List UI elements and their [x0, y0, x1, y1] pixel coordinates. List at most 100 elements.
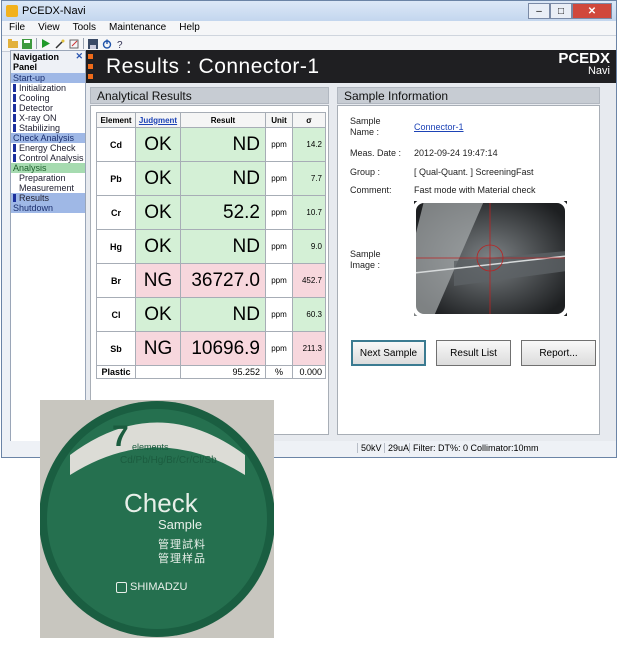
nav-item-xray-on[interactable]: X-ray ON	[11, 113, 85, 123]
nav-item-cooling[interactable]: Cooling	[11, 93, 85, 103]
unit-cell: ppm	[265, 195, 293, 230]
wand-icon[interactable]	[55, 39, 65, 49]
menu-view[interactable]: View	[31, 21, 66, 35]
unit-cell: ppm	[265, 297, 293, 332]
nav-item-preparation[interactable]: Preparation	[11, 173, 85, 183]
analytical-results-title: Analytical Results	[90, 87, 329, 104]
col-judgment[interactable]: Judgment	[135, 112, 181, 128]
sample-image-label: Sample Image :	[350, 249, 381, 270]
unit-cell: ppm	[265, 331, 293, 366]
next-sample-button[interactable]: Next Sample	[351, 340, 426, 366]
shimadzu-logo-icon	[116, 581, 127, 593]
menu-maintenance[interactable]: Maintenance	[102, 21, 172, 35]
result-cell: ND	[180, 127, 266, 162]
judgment-cell: OK	[135, 195, 181, 230]
result-cell: 10696.9	[180, 331, 266, 366]
menu-help[interactable]: Help	[172, 21, 206, 35]
element-cell: Cd	[96, 127, 136, 162]
result-cell: ND	[180, 229, 266, 264]
banner-accent	[88, 52, 96, 82]
table-row: Cd OK ND ppm 14.2	[96, 127, 326, 162]
results-banner: Results : Connector-1 PCEDX Navi	[86, 50, 616, 83]
power-icon[interactable]	[102, 39, 112, 49]
nav-item-results[interactable]: Results	[11, 193, 85, 203]
unit-cell: ppm	[265, 161, 293, 196]
nav-group-startup[interactable]: Start-up	[11, 73, 85, 83]
save-icon[interactable]	[22, 38, 32, 49]
main-content: Results : Connector-1 PCEDX Navi Analyti…	[86, 50, 616, 442]
nav-item-detector[interactable]: Detector	[11, 103, 85, 113]
group-label: Group :	[350, 167, 381, 177]
sigma-cell: 10.7	[292, 195, 326, 230]
result-cell: 52.2	[180, 195, 266, 230]
col-sigma: σ	[292, 112, 326, 128]
result-list-button[interactable]: Result List	[436, 340, 511, 366]
analytical-results-panel: Element Judgment Result Unit σ Cd OK ND …	[90, 105, 329, 435]
minimize-button[interactable]: –	[528, 3, 550, 19]
check-sample-photo: 7 elements Cd/Pb/Hg/Br/Cr/Cl/Sb Check Sa…	[40, 400, 274, 638]
result-cell: ND	[180, 297, 266, 332]
help-icon[interactable]: ?	[116, 39, 126, 49]
unit-cell: ppm	[265, 127, 293, 162]
sample-image	[414, 201, 567, 316]
nav-group-analysis[interactable]: Analysis	[11, 163, 85, 173]
nav-item-control-analysis[interactable]: Control Analysis	[11, 153, 85, 163]
photo-check-text: Check	[124, 488, 198, 518]
page-title: Results : Connector-1	[106, 54, 320, 78]
table-row: Br NG 36727.0 ppm 452.7	[96, 263, 326, 298]
menu-tools[interactable]: Tools	[66, 21, 102, 35]
element-cell: Cr	[96, 195, 136, 230]
judgment-cell	[135, 365, 181, 379]
result-cell: 95.252	[180, 365, 266, 379]
maximize-button[interactable]: □	[550, 3, 572, 19]
nav-panel-header: Navigation Panel ✕	[11, 51, 85, 73]
nav-close-icon[interactable]: ✕	[75, 51, 83, 61]
sigma-cell: 60.3	[292, 297, 326, 332]
app-window: PCEDX-Navi – □ ✕ File View Tools Mainten…	[1, 0, 617, 458]
nav-item-initialization[interactable]: Initialization	[11, 83, 85, 93]
sample-information-title: Sample Information	[337, 87, 600, 104]
result-cell: 36727.0	[180, 263, 266, 298]
photo-sample-text: Sample	[158, 517, 203, 532]
photo-elements: Cd/Pb/Hg/Br/Cr/Cl/Sb	[120, 455, 217, 466]
disk-icon[interactable]	[88, 38, 98, 49]
shimadzu-logo: SHIMADZU	[116, 581, 187, 593]
sigma-cell: 452.7	[292, 263, 326, 298]
sigma-cell: 9.0	[292, 229, 326, 264]
sample-information-panel: Sample Name : Connector-1 Meas. Date : 2…	[337, 105, 600, 435]
report-button[interactable]: Report...	[521, 340, 596, 366]
close-button[interactable]: ✕	[572, 3, 612, 19]
table-row-plastic: Plastic 95.252 % 0.000	[96, 365, 326, 379]
photo-jp-2: 管理样品	[158, 553, 206, 565]
play-icon[interactable]	[41, 39, 51, 49]
unit-cell: ppm	[265, 263, 293, 298]
photo-count: 7	[112, 420, 129, 453]
window-title: PCEDX-Navi	[22, 5, 86, 17]
menu-file[interactable]: File	[2, 21, 31, 35]
judgment-cell: OK	[135, 127, 181, 162]
unit-cell: %	[265, 365, 293, 379]
judgment-cell: NG	[135, 331, 181, 366]
status-filter: Filter: DT%: 0 Collimator:10mm	[409, 443, 539, 453]
result-cell: ND	[180, 161, 266, 196]
meas-date-value: 2012-09-24 19:47:14	[414, 148, 498, 158]
edit-icon[interactable]	[69, 39, 79, 49]
toolbar-separator	[36, 38, 37, 49]
toolbar-separator	[83, 38, 84, 49]
nav-group-shutdown[interactable]: Shutdown	[11, 203, 85, 213]
unit-cell: ppm	[265, 229, 293, 264]
status-kv: 50kV	[357, 443, 382, 453]
check-sample-disk	[40, 400, 274, 638]
sample-name-link[interactable]: Connector-1	[414, 122, 464, 132]
nav-group-check-analysis[interactable]: Check Analysis	[11, 133, 85, 143]
nav-item-stabilizing[interactable]: Stabilizing	[11, 123, 85, 133]
table-row: Pb OK ND ppm 7.7	[96, 161, 326, 196]
menu-bar: File View Tools Maintenance Help	[2, 21, 616, 36]
nav-item-measurement[interactable]: Measurement	[11, 183, 85, 193]
col-unit: Unit	[265, 112, 293, 128]
comment-value: Fast mode with Material check	[414, 185, 536, 195]
open-folder-icon[interactable]	[8, 39, 18, 49]
element-cell: Pb	[96, 161, 136, 196]
col-element: Element	[96, 112, 136, 128]
nav-item-energy-check[interactable]: Energy Check	[11, 143, 85, 153]
